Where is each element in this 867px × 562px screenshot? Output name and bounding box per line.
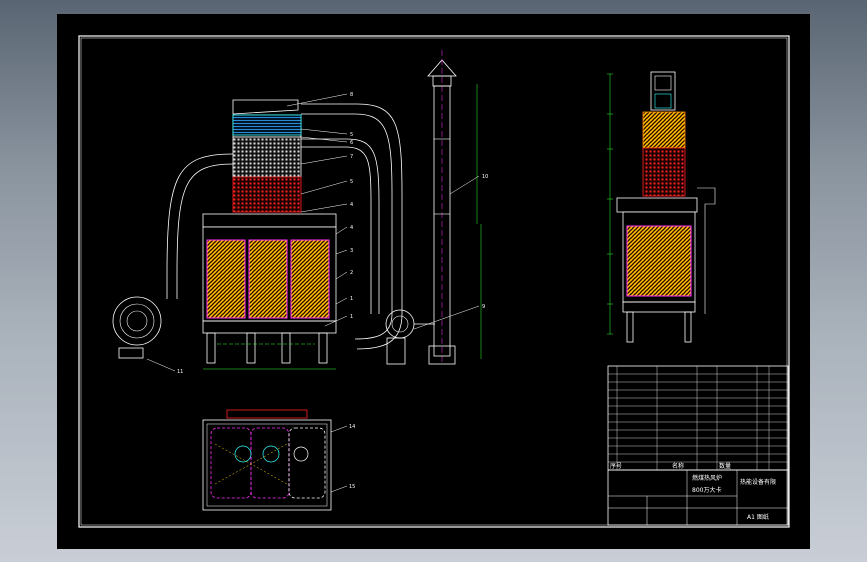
svg-text:5: 5 (350, 132, 353, 138)
top-exchanger (232, 114, 302, 136)
svg-text:1: 1 (350, 296, 353, 302)
company-stamp: 热能设备有限 (740, 478, 776, 486)
svg-text:3: 3 (350, 248, 353, 254)
svg-text:7: 7 (350, 154, 353, 160)
svg-text:8: 8 (350, 92, 353, 98)
bom-header-no: 序号 (610, 462, 622, 470)
main-furnace-view (112, 50, 482, 370)
bom-header-qty: 数量 (719, 462, 731, 470)
burner-right (290, 239, 330, 319)
svg-text:11: 11 (177, 369, 183, 375)
plan-view: 14 15 (202, 409, 355, 511)
svg-text:6: 6 (350, 140, 353, 146)
title-line-2: 800万大卡 (692, 486, 721, 494)
svg-text:4: 4 (350, 225, 353, 231)
title-line-1: 燃煤热风炉 (692, 474, 722, 482)
bom-table: 序号 名称 数量 (607, 365, 789, 471)
drawing-canvas: 8 5 6 7 5 4 4 3 2 1 1 11 10 9 14 15 序号 名… (78, 35, 790, 528)
red-exchanger (232, 176, 302, 213)
svg-text:15: 15 (349, 484, 355, 490)
title-block: 燃煤热风炉 800万大卡 热能设备有限 A1 图纸 (607, 469, 789, 526)
svg-text:10: 10 (482, 174, 488, 180)
sheet-label: A1 图纸 (747, 513, 769, 521)
svg-text:14: 14 (349, 424, 355, 430)
svg-text:5: 5 (350, 179, 353, 185)
svg-text:9: 9 (482, 304, 485, 310)
bom-header-name: 名称 (672, 462, 684, 470)
cad-viewport[interactable]: 8 5 6 7 5 4 4 3 2 1 1 11 10 9 14 15 序号 名… (57, 14, 810, 549)
svg-text:1: 1 (350, 314, 353, 320)
mid-exchanger (232, 136, 302, 178)
side-view (607, 71, 716, 343)
burner-left (206, 239, 246, 319)
svg-text:4: 4 (350, 202, 353, 208)
svg-text:2: 2 (350, 270, 353, 276)
chimney (427, 50, 482, 365)
burner-mid (248, 239, 288, 319)
